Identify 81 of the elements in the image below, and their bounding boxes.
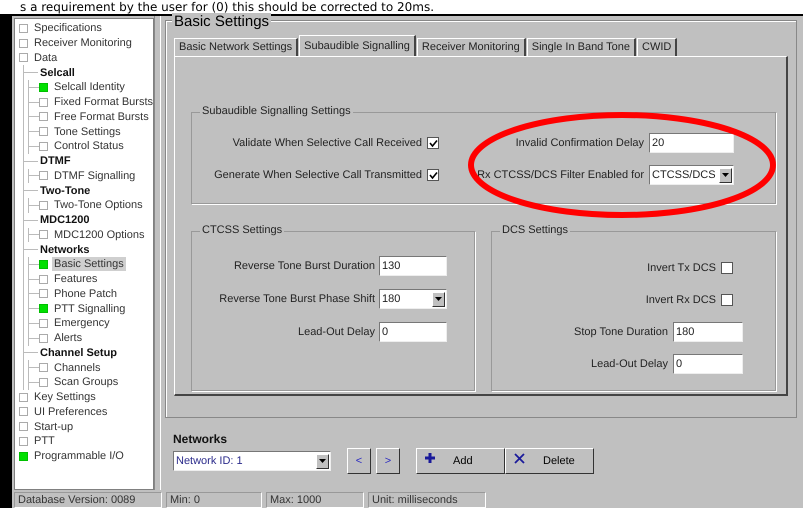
- tab[interactable]: Receiver Monitoring: [416, 38, 526, 56]
- input-field[interactable]: 0: [379, 322, 447, 342]
- status-cell: Max: 1000: [266, 492, 364, 508]
- add-button[interactable]: Add: [416, 448, 505, 474]
- tree-item[interactable]: Selcall Identity: [52, 80, 127, 94]
- tree-item[interactable]: Data: [32, 50, 60, 65]
- field-label: Invalid Confirmation Delay: [516, 137, 644, 149]
- tree-item[interactable]: UI Preferences: [32, 404, 110, 419]
- group-title: DCS Settings: [500, 224, 570, 236]
- checkbox[interactable]: [721, 294, 733, 306]
- tree-item[interactable]: Alerts: [52, 331, 84, 346]
- caption-text: s a requirement by the user for (0) this should be corrected to 20ms.: [19, 0, 436, 14]
- tree-item[interactable]: Free Format Bursts: [52, 110, 151, 124]
- field-label: Stop Tone Duration: [574, 326, 668, 338]
- field-label: Generate When Selective Call Transmitted: [214, 169, 422, 181]
- dropdown[interactable]: Network ID: 1: [173, 451, 331, 471]
- dropdown-value: 180: [382, 292, 400, 306]
- tree-item[interactable]: Control Status: [52, 139, 126, 154]
- tree-item[interactable]: Two-Tone Options: [52, 198, 145, 212]
- field-label: Lead-Out Delay: [590, 358, 668, 370]
- tree-item[interactable]: Emergency: [52, 316, 112, 330]
- input-field[interactable]: 20: [649, 133, 734, 153]
- tab[interactable]: Basic Network Settings: [174, 38, 298, 56]
- checkbox[interactable]: [427, 169, 439, 181]
- tree-item[interactable]: Fixed Format Bursts: [52, 95, 156, 110]
- tree-group[interactable]: Channel Setup: [38, 346, 120, 360]
- group-title: Subaudible Signalling Settings: [200, 105, 353, 117]
- tree-item[interactable]: PTT: [32, 434, 57, 448]
- tab[interactable]: CWID: [637, 38, 678, 56]
- input-field[interactable]: 180: [673, 322, 743, 342]
- tree-item[interactable]: Programmable I/O: [32, 449, 126, 464]
- input-field[interactable]: 0: [673, 354, 743, 374]
- tree-group[interactable]: Selcall: [38, 66, 77, 80]
- tree-item[interactable]: Start-up: [32, 420, 76, 434]
- tree-item[interactable]: Phone Patch: [52, 286, 119, 301]
- tree-item[interactable]: Tone Settings: [52, 124, 123, 139]
- nav-button[interactable]: <: [347, 448, 371, 474]
- tree-item[interactable]: Receiver Monitoring: [32, 36, 134, 50]
- dropdown-value: Network ID: 1: [176, 454, 243, 468]
- x-icon: [514, 452, 525, 464]
- tree-group[interactable]: MDC1200: [38, 213, 92, 228]
- tree-item[interactable]: MDC1200 Options: [52, 228, 146, 242]
- tree-group[interactable]: DTMF: [38, 154, 73, 168]
- field-label: Invert Tx DCS: [647, 262, 716, 274]
- status-cell: Unit: milliseconds: [368, 492, 486, 508]
- splitter[interactable]: [154, 16, 161, 490]
- nav-button[interactable]: >: [376, 448, 400, 474]
- tree-item[interactable]: DTMF Signalling: [52, 168, 138, 183]
- tree-group[interactable]: Two-Tone: [38, 184, 92, 198]
- tree-item[interactable]: Basic Settings: [52, 257, 126, 272]
- checkbox[interactable]: [427, 137, 439, 149]
- status-cell: Database Version: 0089: [14, 492, 162, 508]
- field-label: Lead-Out Delay: [298, 326, 375, 338]
- input-field[interactable]: 130: [379, 256, 447, 276]
- tree-item[interactable]: Scan Groups: [52, 375, 120, 390]
- caret-icon: [722, 173, 729, 177]
- tree-item[interactable]: Key Settings: [32, 390, 98, 404]
- section-title: Basic Settings: [172, 13, 272, 30]
- caret-icon: [435, 297, 442, 301]
- tree-item[interactable]: Features: [52, 272, 100, 286]
- dropdown[interactable]: 180: [379, 289, 447, 309]
- tree-group[interactable]: Networks: [38, 242, 92, 257]
- dropdown-value: CTCSS/DCS: [652, 168, 716, 182]
- field-label: Reverse Tone Burst Duration: [234, 260, 375, 272]
- group-title: CTCSS Settings: [200, 224, 284, 236]
- tree-item[interactable]: PTT Signalling: [52, 302, 128, 316]
- field-label: Reverse Tone Burst Phase Shift: [219, 293, 375, 305]
- dropdown[interactable]: CTCSS/DCS: [649, 165, 734, 185]
- plus-icon: [425, 453, 435, 463]
- field-label: Rx CTCSS/DCS Filter Enabled for: [477, 169, 644, 181]
- checkbox[interactable]: [721, 262, 733, 274]
- status-cell: Min: 0: [166, 492, 262, 508]
- field-label: Validate When Selective Call Received: [232, 137, 422, 149]
- section-title: Networks: [173, 432, 228, 446]
- delete-button[interactable]: Delete: [505, 448, 594, 474]
- tab[interactable]: Subaudible Signalling: [299, 35, 416, 56]
- caret-icon: [319, 459, 326, 463]
- tree-item[interactable]: Channels: [52, 360, 102, 375]
- field-label: Invert Rx DCS: [646, 294, 716, 306]
- tab[interactable]: Single In Band Tone: [526, 38, 636, 56]
- tree-item[interactable]: Specifications: [32, 21, 104, 36]
